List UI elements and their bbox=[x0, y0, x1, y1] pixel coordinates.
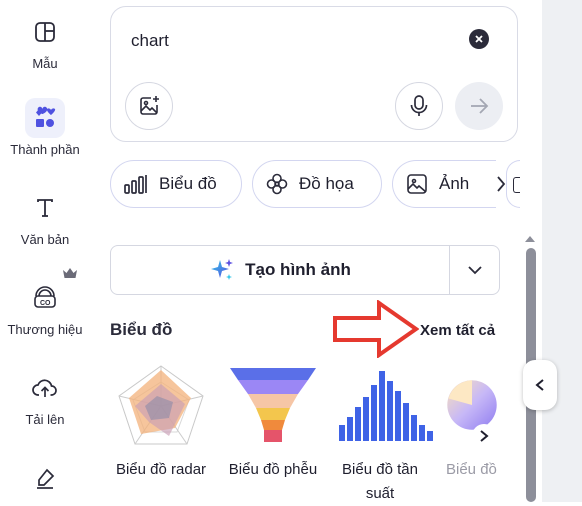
chart-thumb-funnel[interactable] bbox=[218, 365, 328, 445]
bar-chart-icon bbox=[123, 174, 149, 194]
template-icon bbox=[25, 12, 65, 52]
sidebar-item-elements[interactable]: Thành phần bbox=[0, 98, 90, 157]
image-add-icon bbox=[140, 96, 159, 115]
section-title: Biểu đồ bbox=[110, 320, 173, 339]
arrow-right-icon bbox=[471, 98, 489, 114]
chart-thumb-radar[interactable] bbox=[106, 365, 216, 445]
chart-thumb-histogram[interactable] bbox=[330, 365, 440, 445]
microphone-icon bbox=[410, 95, 428, 116]
chip-graphics[interactable]: Đồ họa bbox=[252, 160, 382, 208]
collapse-panel-button[interactable] bbox=[523, 360, 557, 410]
scroll-up-icon[interactable] bbox=[524, 230, 536, 248]
sparkle-icon bbox=[209, 257, 235, 283]
upload-icon bbox=[25, 368, 65, 408]
chip-photos[interactable]: Ảnh bbox=[392, 160, 496, 208]
sidebar-item-text[interactable]: Văn bản bbox=[0, 188, 90, 247]
submit-search-button[interactable] bbox=[455, 82, 503, 130]
clear-search-button[interactable] bbox=[469, 29, 489, 49]
chevron-left-icon bbox=[535, 379, 544, 391]
sidebar-item-templates[interactable]: Mẫu bbox=[0, 12, 90, 71]
partial-chip-icon bbox=[513, 177, 520, 193]
generate-button-label: Tạo hình ảnh bbox=[245, 260, 351, 279]
see-all-link[interactable]: Xem tất cả bbox=[420, 322, 495, 339]
chip-label: Biểu đồ bbox=[159, 174, 217, 193]
search-input[interactable]: chart bbox=[131, 31, 169, 51]
sidebar-item-label: Thương hiệu bbox=[7, 322, 83, 337]
canvas-area bbox=[542, 0, 582, 502]
sidebar-item-label: Văn bản bbox=[20, 232, 70, 247]
close-icon bbox=[475, 35, 483, 43]
generate-options-dropdown[interactable] bbox=[450, 245, 500, 295]
chip-partial[interactable] bbox=[506, 160, 520, 208]
thumb-label: Biểu đồ radar bbox=[115, 461, 207, 478]
sidebar-item-draw[interactable] bbox=[0, 458, 90, 498]
histogram-chart-icon bbox=[339, 371, 433, 441]
thumb-label: Biểu đồ bbox=[446, 461, 497, 478]
elements-icon bbox=[25, 98, 65, 138]
chip-charts[interactable]: Biểu đồ bbox=[110, 160, 242, 208]
left-sidebar: Mẫu Thành phần Văn bản CO Thương hiệu Tả… bbox=[0, 0, 90, 502]
svg-text:CO: CO bbox=[40, 300, 51, 307]
sidebar-item-label: Tải lên bbox=[25, 412, 65, 427]
annotation-arrow-icon bbox=[333, 299, 420, 363]
image-icon bbox=[405, 172, 429, 196]
chevron-down-icon bbox=[467, 266, 482, 275]
brand-icon: CO bbox=[25, 278, 65, 318]
magic-search-box: chart bbox=[110, 6, 518, 142]
sidebar-item-brand[interactable]: CO Thương hiệu bbox=[0, 278, 90, 337]
thumbs-next-button[interactable] bbox=[472, 424, 496, 448]
chip-label: Ảnh bbox=[439, 174, 470, 193]
thumb-label: Biểu đồ phễu bbox=[228, 461, 318, 478]
pen-icon bbox=[25, 458, 65, 498]
chip-label: Đồ họa bbox=[299, 174, 354, 193]
graphics-icon bbox=[265, 172, 289, 196]
voice-input-button[interactable] bbox=[395, 82, 443, 130]
sidebar-item-uploads[interactable]: Tải lên bbox=[0, 368, 90, 427]
thumb-label: Biểu đồ tần suất bbox=[342, 461, 418, 502]
generate-image-button[interactable]: Tạo hình ảnh bbox=[110, 245, 450, 295]
text-icon bbox=[25, 188, 65, 228]
chevron-right-icon bbox=[480, 430, 489, 442]
radar-chart-icon bbox=[118, 365, 204, 445]
sidebar-item-label: Mẫu bbox=[32, 56, 58, 71]
funnel-chart-icon bbox=[230, 368, 316, 442]
add-image-button[interactable] bbox=[125, 82, 173, 130]
sidebar-item-label: Thành phần bbox=[10, 142, 80, 157]
